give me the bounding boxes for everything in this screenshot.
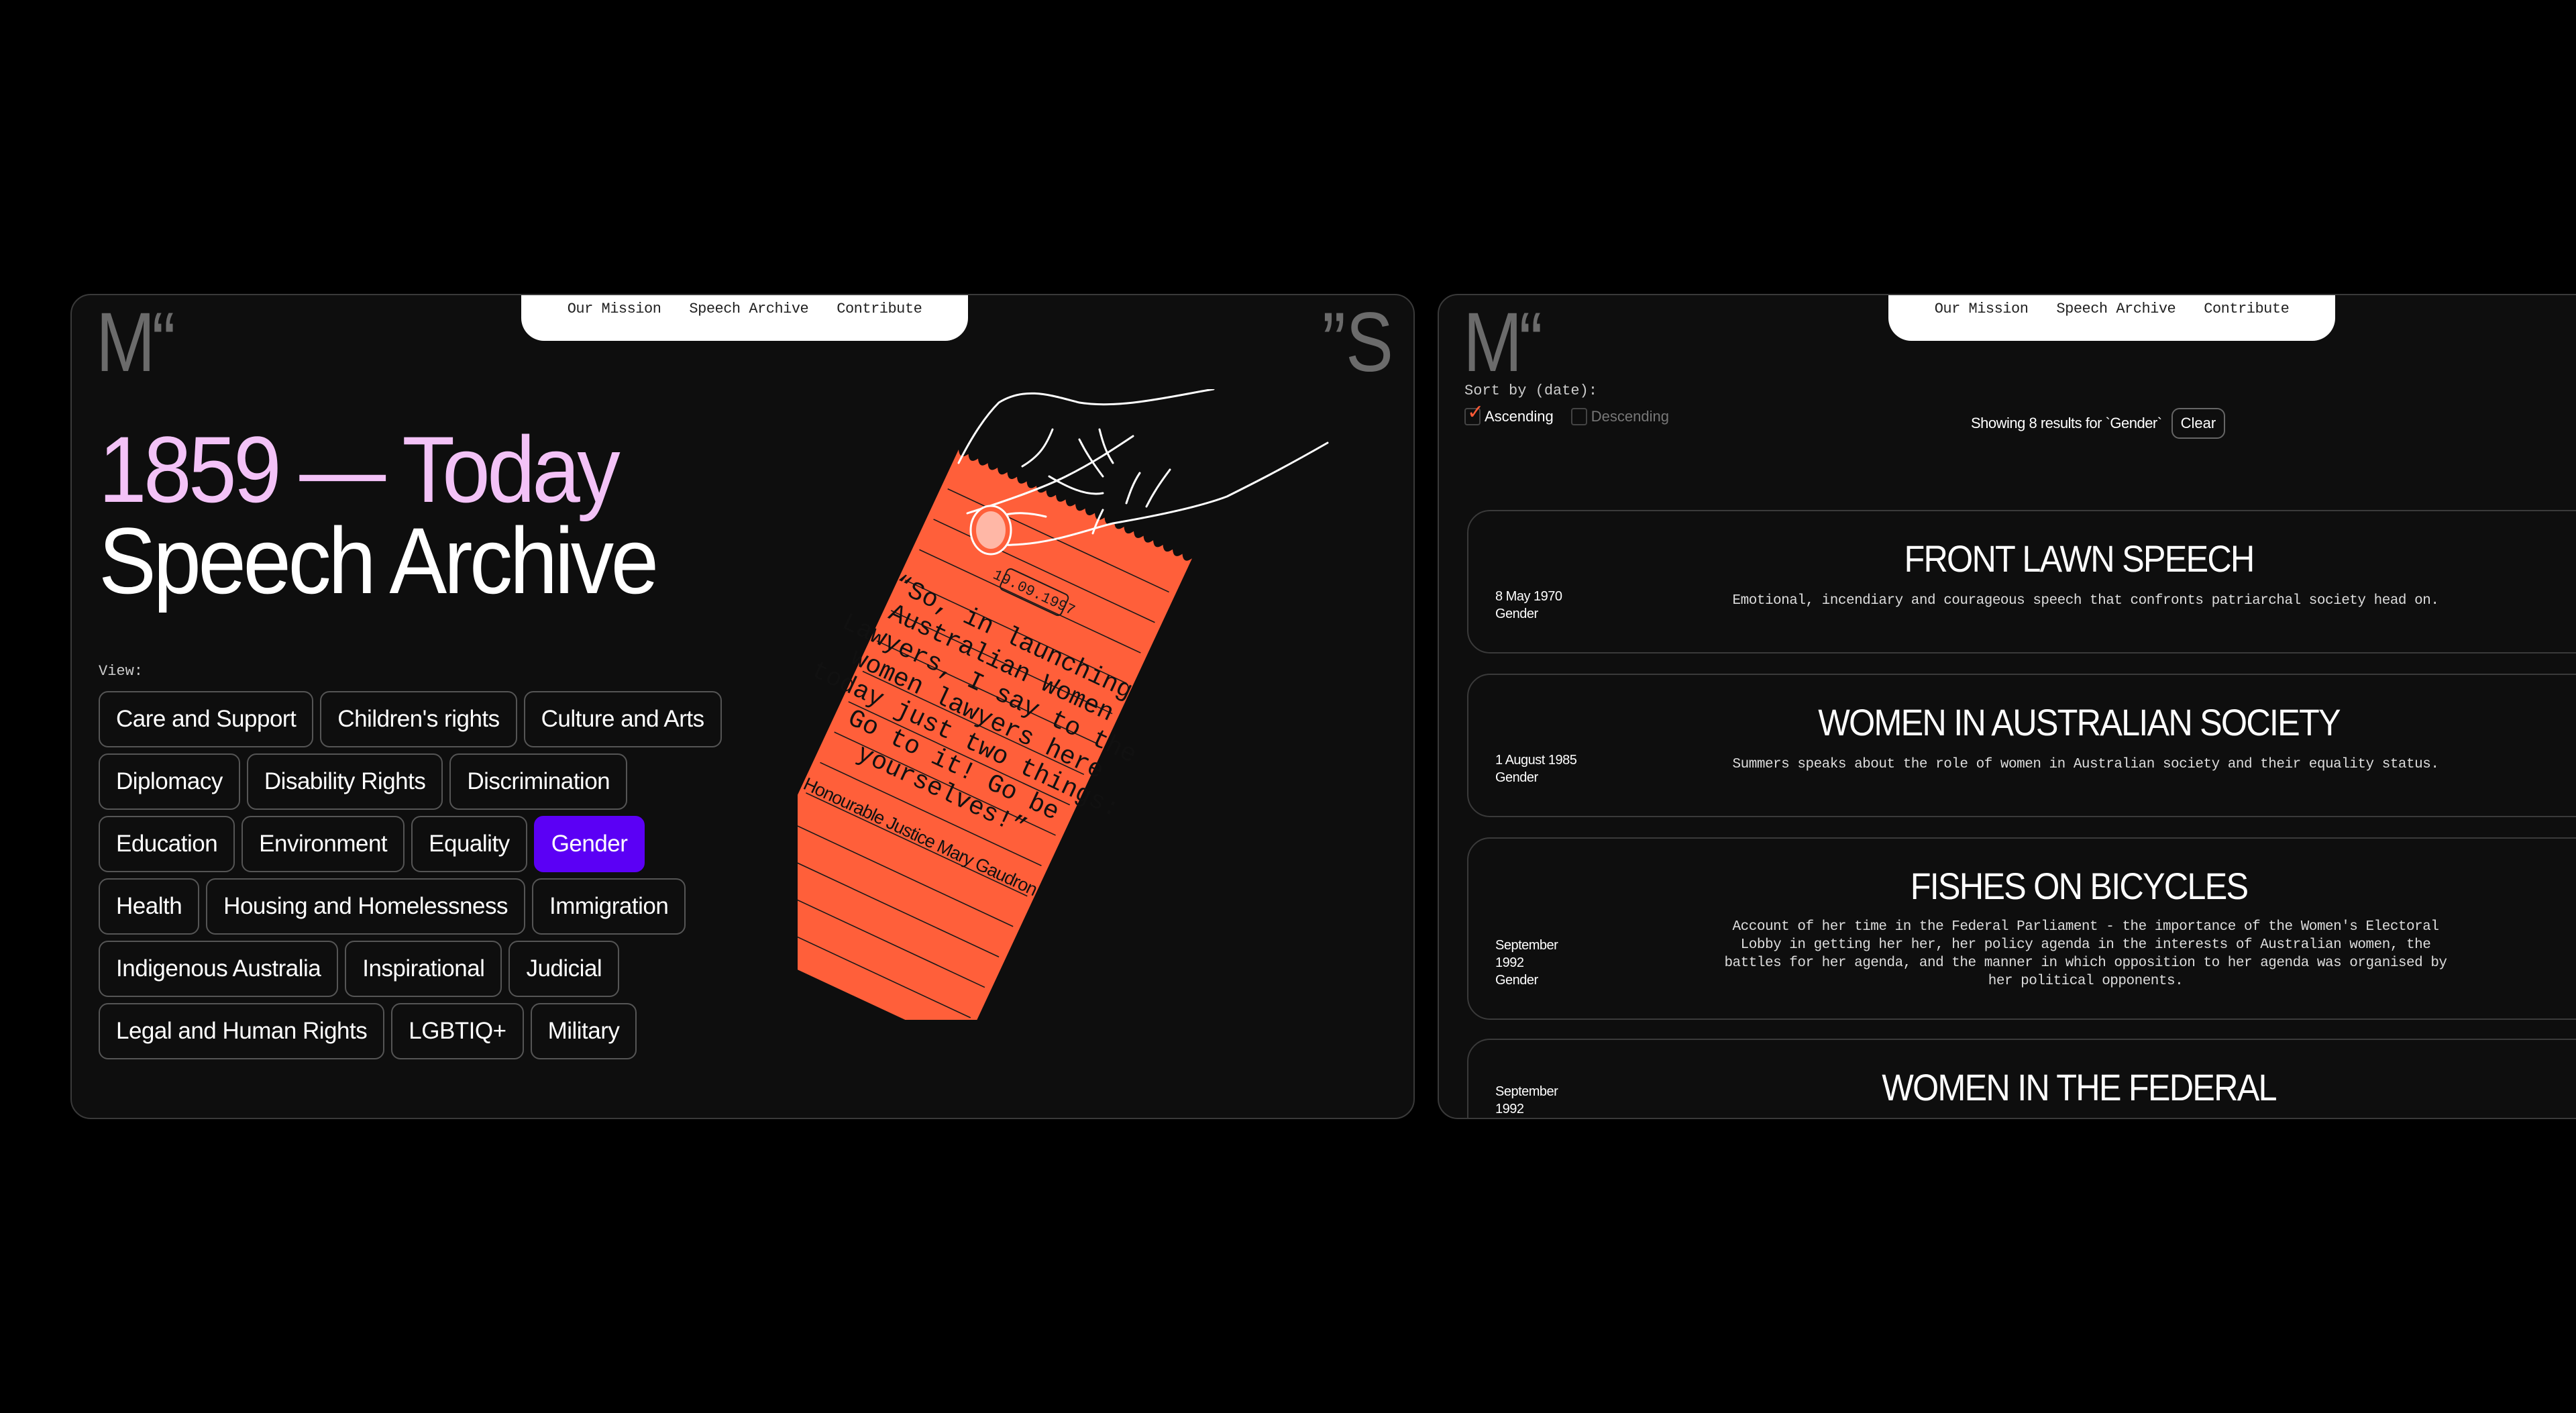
speech-card[interactable]: FISHES ON BICYCLES Account of her time i…: [1467, 837, 2576, 1020]
logo-mark-end: ”S: [1322, 296, 1393, 389]
speech-description: Emotional, incendiary and courageous spe…: [1732, 593, 2439, 609]
speech-meta: September 1992: [1495, 1083, 1558, 1118]
checkbox-box[interactable]: ✓: [1464, 403, 1484, 425]
filter-tag-equality[interactable]: Equality: [411, 816, 527, 872]
speech-category: Gender: [1495, 770, 1538, 785]
featured-quote-illustration[interactable]: 19.09.1997 “So, in launching Australian …: [733, 388, 1375, 1045]
nav-speech-archive[interactable]: Speech Archive: [689, 301, 808, 317]
filter-tag-gender[interactable]: Gender: [533, 816, 645, 872]
filter-tag-culture-and-arts[interactable]: Culture and Arts: [523, 691, 722, 747]
date-range-heading: 1859 — Today: [99, 417, 621, 522]
filter-tag-legal-and-human-rights[interactable]: Legal and Human Rights: [99, 1003, 385, 1059]
speech-title[interactable]: FRONT LAWN SPEECH: [1801, 537, 2357, 580]
filter-tag-judicial[interactable]: Judicial: [508, 941, 620, 997]
speech-meta: 8 May 1970 Gender: [1495, 588, 1562, 623]
category-filter-list: Care and Support Children's rights Culture…: [99, 691, 736, 1059]
sort-label: Sort by (date):: [1464, 382, 1598, 399]
speech-date: September 1992: [1495, 938, 1558, 970]
speech-date: 1 August 1985: [1495, 753, 1577, 768]
checkbox-box[interactable]: [1570, 408, 1587, 425]
speech-title[interactable]: WOMEN IN THE FEDERAL PARLIAMENT: [1801, 1065, 2357, 1118]
filter-tag-inspirational[interactable]: Inspirational: [345, 941, 502, 997]
sort-ascending-label: Ascending: [1485, 408, 1554, 425]
nav-our-mission[interactable]: Our Mission: [1935, 301, 2029, 317]
nav-contribute[interactable]: Contribute: [2204, 301, 2290, 317]
results-summary: Showing 8 results for `Gender`: [1971, 415, 2162, 431]
search-results-panel: M“ Our Mission Speech Archive Contribute…: [1438, 294, 2576, 1119]
filter-tag-diplomacy[interactable]: Diplomacy: [99, 753, 240, 810]
filter-tag-discrimination[interactable]: Discrimination: [449, 753, 628, 810]
sort-descending-label: Descending: [1591, 408, 1669, 425]
speech-title[interactable]: WOMEN IN AUSTRALIAN SOCIETY: [1801, 700, 2357, 744]
speech-description: Account of her time in the Federal Parli…: [1724, 919, 2447, 989]
sort-options: ✓ Ascending Descending: [1464, 403, 1669, 425]
speech-card[interactable]: WOMEN IN AUSTRALIAN SOCIETY Summers spea…: [1467, 674, 2576, 817]
speech-title[interactable]: FISHES ON BICYCLES: [1801, 864, 2357, 908]
results-summary-bar: Showing 8 results for `Gender` Clear: [1971, 408, 2226, 439]
sort-ascending-checkbox[interactable]: ✓ Ascending: [1464, 403, 1554, 425]
speech-meta: 1 August 1985 Gender: [1495, 751, 1577, 786]
nav-our-mission[interactable]: Our Mission: [568, 301, 661, 317]
filter-tag-health[interactable]: Health: [99, 878, 200, 935]
filter-tag-immigration[interactable]: Immigration: [531, 878, 686, 935]
filter-tag-education[interactable]: Education: [99, 816, 235, 872]
filter-tag-disability-rights[interactable]: Disability Rights: [246, 753, 443, 810]
logo-mark[interactable]: M“: [96, 301, 176, 384]
quote-note-svg: 19.09.1997 “So, in launching Australian …: [733, 388, 1329, 1045]
filter-tag-military[interactable]: Military: [530, 1003, 637, 1059]
speech-description: Summers speaks about the role of women i…: [1732, 757, 2439, 772]
filter-tag-care-and-support[interactable]: Care and Support: [99, 691, 314, 747]
filter-tag-environment[interactable]: Environment: [241, 816, 405, 872]
nav-speech-archive[interactable]: Speech Archive: [2056, 301, 2176, 317]
filter-tag-lgbtiq[interactable]: LGBTIQ+: [391, 1003, 524, 1059]
speech-date: 8 May 1970: [1495, 589, 1562, 604]
filter-tag-children-s-rights[interactable]: Children's rights: [320, 691, 517, 747]
filter-tag-indigenous-australia[interactable]: Indigenous Australia: [99, 941, 339, 997]
speech-category: Gender: [1495, 973, 1538, 988]
speech-date: September 1992: [1495, 1084, 1558, 1116]
speech-card[interactable]: FRONT LAWN SPEECH Emotional, incendiary …: [1467, 510, 2576, 653]
archive-landing-panel: M“ ”S Our Mission Speech Archive Contrib…: [70, 294, 1415, 1119]
logo-mark[interactable]: M“: [1463, 301, 1543, 384]
filter-tag-housing-and-homelessness[interactable]: Housing and Homelessness: [206, 878, 525, 935]
view-filter-label: View:: [99, 663, 144, 680]
speech-category: Gender: [1495, 607, 1538, 621]
top-nav: Our Mission Speech Archive Contribute: [521, 295, 968, 341]
page-title: 1859 — Today Speech Archive: [99, 423, 704, 608]
sort-descending-checkbox[interactable]: Descending: [1570, 408, 1669, 425]
clear-filter-button[interactable]: Clear: [2171, 408, 2226, 439]
nav-contribute[interactable]: Contribute: [837, 301, 922, 317]
top-nav: Our Mission Speech Archive Contribute: [1888, 295, 2335, 341]
archive-heading: Speech Archive: [99, 508, 659, 613]
speech-card[interactable]: WOMEN IN THE FEDERAL PARLIAMENT Septembe…: [1467, 1039, 2576, 1118]
checkmark-icon: ✓: [1467, 401, 1485, 423]
speech-meta: September 1992 Gender: [1495, 937, 1558, 989]
